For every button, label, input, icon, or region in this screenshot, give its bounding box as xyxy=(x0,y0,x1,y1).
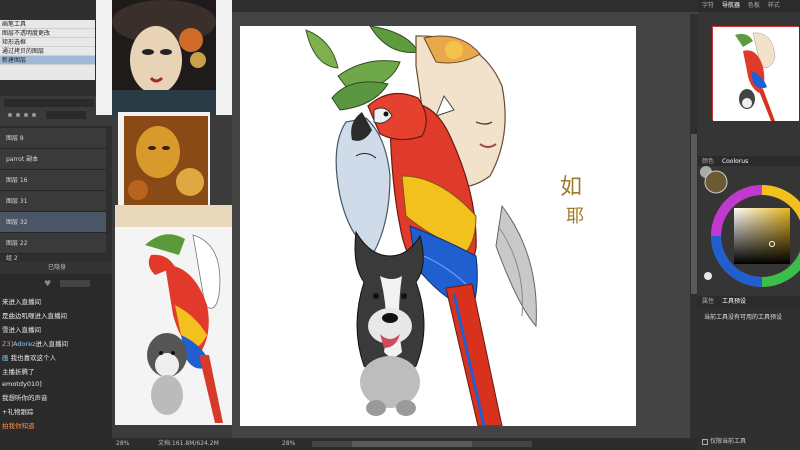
zoom-right[interactable]: 28% xyxy=(282,438,295,450)
status-bar: 28% 文档:161.8M/624.2M 28% xyxy=(112,438,698,450)
document-tab-bar[interactable] xyxy=(232,0,700,14)
layer-row[interactable]: parrot 副本 xyxy=(0,149,106,170)
chat-message: 是曲边叽喱进入直播间 xyxy=(2,312,67,320)
chat-message: +礼物跟踪 xyxy=(2,408,34,416)
chat-message: 来进入直播间 xyxy=(2,298,41,306)
tool-presets-message: 当前工具没有可用的工具预设 xyxy=(704,314,783,321)
history-item[interactable]: 新建图层 xyxy=(0,56,95,65)
chat-header: 已隐身 xyxy=(0,262,112,274)
chat-message: 主播折腾了 xyxy=(2,368,35,376)
layer-row[interactable]: 图层 16 xyxy=(0,170,106,191)
reference-image-mask-1[interactable] xyxy=(96,0,232,115)
tool-tabs: 属性 工具预设 xyxy=(698,296,800,308)
canvas-area[interactable]: 如 耶 xyxy=(232,14,698,438)
layer-row-selected[interactable]: 图层 32 xyxy=(0,212,106,233)
artwork-canvas[interactable]: 如 耶 xyxy=(240,25,636,427)
layer-row[interactable]: 图层 8 xyxy=(0,128,106,149)
ruler-strip xyxy=(232,0,700,14)
zoom-left[interactable]: 28% xyxy=(116,438,129,450)
tab-navigator[interactable]: 导航器 xyxy=(722,2,740,9)
reference-image-mask-2[interactable] xyxy=(118,112,210,210)
photoshop-window: 画笔工具 图层不透明度更改 矩形选框 通过拷贝的图层 新建图层 图层 8 par… xyxy=(0,0,800,450)
document-size: 文档:161.8M/624.2M xyxy=(158,440,219,447)
chat-message: 拍我你知道 xyxy=(2,422,35,430)
layer-row[interactable]: 图层 31 xyxy=(0,191,106,212)
chat-message: 我想听你的声音 xyxy=(2,394,48,402)
parrot-mask-dog-artwork[interactable]: 如 耶 xyxy=(240,25,636,427)
scrollbar-thumb[interactable] xyxy=(691,134,697,294)
foreground-color-swatch[interactable] xyxy=(704,170,728,194)
tab-styles[interactable]: 样式 xyxy=(768,2,780,9)
tab-tool-presets[interactable]: 工具预设 xyxy=(722,298,746,305)
vertical-scrollbar[interactable] xyxy=(690,14,698,438)
svg-text:♥: ♥ xyxy=(44,279,51,288)
chat-message: emotdy010] xyxy=(2,380,42,388)
tab-properties[interactable]: 属性 xyxy=(702,298,714,305)
history-item[interactable]: 画笔工具 xyxy=(0,20,95,29)
history-item[interactable]: 图层不透明度更改 xyxy=(0,29,95,38)
navigator-preview[interactable] xyxy=(712,26,799,121)
history-item[interactable]: 通过拷贝的图层 xyxy=(0,47,95,56)
layers-panel: 图层 8 parrot 副本 图层 16 图层 31 图层 32 图层 22 组… xyxy=(0,128,106,274)
chat-message: 画 我也喜欢这个人 xyxy=(2,354,57,362)
artist-signature-bottom: 耶 xyxy=(566,206,584,227)
chat-toolbar: ♥ xyxy=(0,274,112,294)
right-panel: 字符 导航器 色板 样式 颜色 Coolorus 属性 工具预设 当前工具没有可… xyxy=(698,0,800,450)
tab-character[interactable]: 字符 xyxy=(702,2,714,9)
artist-signature-top: 如 xyxy=(560,175,582,200)
tool-presets-panel: 属性 工具预设 当前工具没有可用的工具预设 仅限当前工具 xyxy=(698,296,800,450)
history-item[interactable]: 矩形选框 xyxy=(0,38,95,47)
mode-icon[interactable] xyxy=(704,272,712,280)
navigator-tabs: 字符 导航器 色板 样式 xyxy=(698,0,800,12)
horizontal-scrollbar[interactable] xyxy=(312,441,532,447)
checkbox-icon[interactable] xyxy=(702,438,708,445)
layer-row[interactable]: 图层 22 xyxy=(0,233,106,254)
chat-message: 雪进入直播间 xyxy=(2,326,41,334)
tab-swatches[interactable]: 色板 xyxy=(748,2,760,9)
live-chat-overlay: 已隐身 ♥ 来进入直播间 是曲边叽喱进入直播间 雪进入直播间 Z3]Adorez… xyxy=(0,262,112,450)
chat-message: Z3]Adorez进入直播间 xyxy=(2,340,69,348)
coolorus-color-wheel[interactable] xyxy=(698,152,800,292)
current-tool-only-checkbox[interactable]: 仅限当前工具 xyxy=(702,436,746,445)
history-panel: 画笔工具 图层不透明度更改 矩形选框 通过拷贝的图层 新建图层 xyxy=(0,20,95,80)
scrollbar-thumb[interactable] xyxy=(352,441,472,447)
